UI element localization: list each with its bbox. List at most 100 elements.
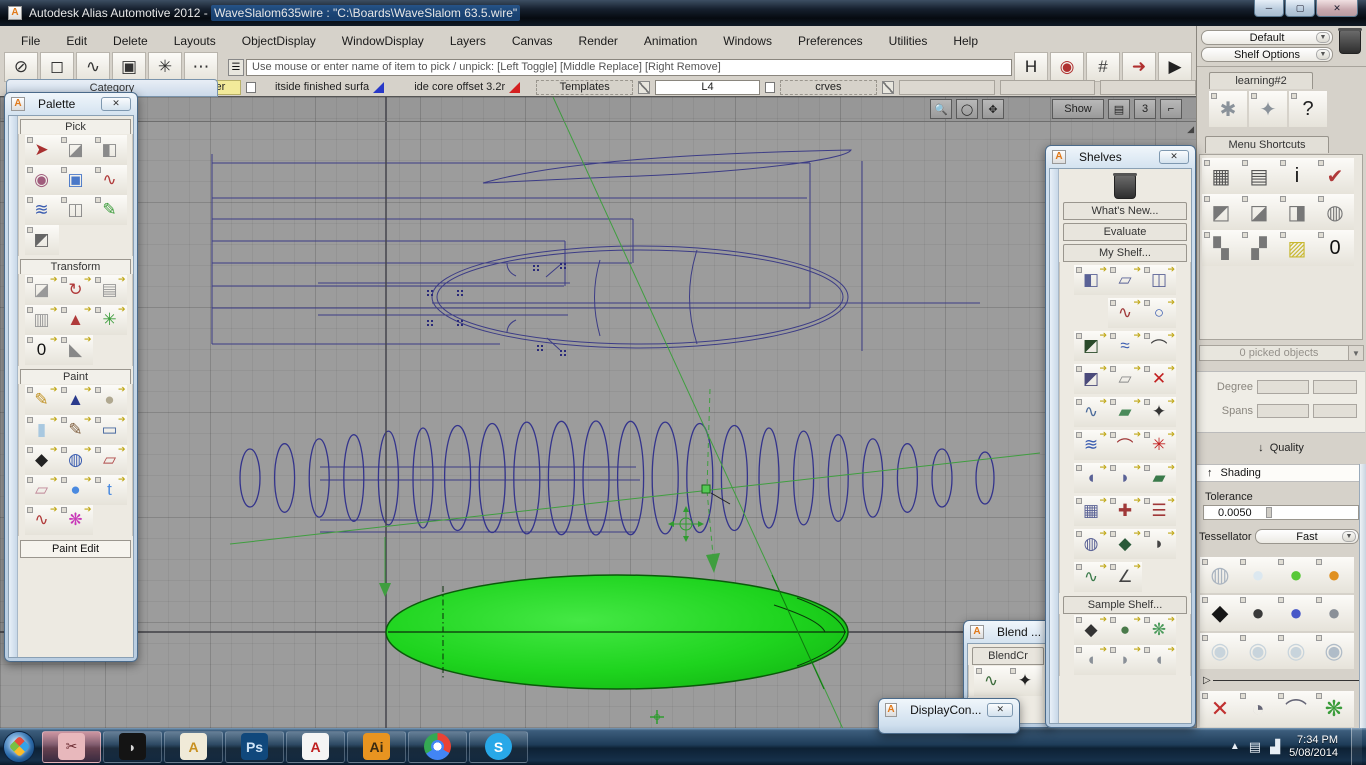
canvas-patch-tool-icon[interactable]: ▱ [25, 475, 59, 505]
curve-photo-icon[interactable]: ◩ [1074, 331, 1108, 361]
information-icon[interactable]: i [1278, 158, 1316, 194]
sculpt-app-taskbar-button[interactable]: ◗ [103, 731, 162, 763]
layer-slash-icon-2[interactable] [882, 81, 894, 94]
menu-item-layouts[interactable]: Layouts [161, 34, 229, 48]
tray-expand-icon[interactable]: ▲ [1230, 741, 1240, 752]
picked-objects-dropdown[interactable]: ▼ [1348, 345, 1364, 361]
angle-tool-icon[interactable]: ∠ [1108, 562, 1142, 592]
layer-core-offset[interactable]: ide core offset 3.2r [403, 80, 531, 95]
wireframe-thimble-icon[interactable]: ◍ [1200, 557, 1240, 593]
layer-l4[interactable]: L4 [655, 80, 759, 95]
surf-green-icon[interactable]: ▰ [1142, 463, 1176, 493]
marker-tool-icon[interactable]: ◆ [25, 445, 59, 475]
multicolor-thimble-icon[interactable]: ● [1276, 557, 1316, 593]
surf-round-icon[interactable]: ◗ [1108, 463, 1142, 493]
orange-thimble-icon[interactable]: ● [1314, 557, 1354, 593]
diag-surface-3-icon[interactable]: ◨ [1278, 194, 1316, 230]
pick-surface-tool-icon[interactable]: ◫ [59, 195, 93, 225]
layout-icon[interactable]: ▤ [1240, 158, 1278, 194]
shelf-set-combo[interactable]: Default▼ [1201, 30, 1333, 45]
counter-b-icon[interactable]: ▞ [1240, 230, 1278, 266]
close-button[interactable]: ✕ [1316, 0, 1358, 17]
blend-op-icon[interactable]: ✦ [1008, 666, 1042, 696]
menu-item-help[interactable]: Help [940, 34, 991, 48]
menu-item-preferences[interactable]: Preferences [785, 34, 876, 48]
dark-surf-icon[interactable]: ◆ [1108, 529, 1142, 559]
notes-icon[interactable]: ▨ [1278, 230, 1316, 266]
delete-history-icon[interactable]: ✕ [1200, 691, 1240, 727]
viewport-resize-icon[interactable]: ◢ [1187, 124, 1194, 135]
displaycon-titlebar[interactable]: A DisplayCon... ✕ [879, 699, 1019, 720]
illustrator-taskbar-button[interactable]: Ai [347, 731, 406, 763]
move-compass-icon[interactable] [672, 510, 700, 538]
fin-tool-icon[interactable]: ◗ [1142, 529, 1176, 559]
panel-scrollbar[interactable] [1359, 464, 1366, 728]
snipping-tool-taskbar-button[interactable]: ✂ [42, 731, 101, 763]
blue-thimble-icon[interactable]: ● [1276, 595, 1316, 631]
ruler-icon[interactable]: ▤ [1108, 99, 1130, 119]
autocad-taskbar-button[interactable]: A [286, 731, 345, 763]
skype-taskbar-button[interactable]: S [469, 731, 528, 763]
chrome-taskbar-button[interactable] [408, 731, 467, 763]
palette-titlebar[interactable]: A Palette ✕ [5, 93, 137, 114]
render-cam-icon[interactable]: ✦ [1142, 397, 1176, 427]
surface-cross-icon[interactable]: ◫ [1142, 265, 1176, 295]
mesh-tool-icon[interactable]: ▦ [1074, 496, 1108, 526]
tolerance-slider-handle[interactable] [1266, 507, 1272, 518]
paintbrush-tool-icon[interactable]: ✎ [59, 415, 93, 445]
zero-transform-tool-icon[interactable]: 0 [25, 335, 59, 365]
shelves-scrollbar[interactable] [1050, 169, 1059, 723]
displaycon-close-button[interactable]: ✕ [987, 703, 1013, 717]
shelf-options-combo[interactable]: Shelf Options▼ [1201, 47, 1333, 62]
learning-gear-icon[interactable]: ✱ [1209, 91, 1247, 127]
menu-item-file[interactable]: File [8, 34, 53, 48]
material-slider[interactable]: ▷ [1203, 674, 1361, 686]
pick-curve-tool-icon[interactable]: ∿ [93, 165, 127, 195]
layer-empty-slot-3[interactable] [1100, 80, 1196, 95]
confirm-check-icon[interactable]: ✔ [1316, 158, 1354, 194]
manipulator-handle[interactable] [702, 485, 710, 493]
sphere-group-icon[interactable]: ● [1108, 615, 1142, 645]
shelf-tab-whats-new[interactable]: What's New... [1063, 202, 1187, 220]
palette-section-paint-edit[interactable]: Paint Edit [20, 540, 131, 558]
pull-surface-1-icon[interactable]: ◖ [1074, 645, 1108, 675]
show-desktop-button[interactable] [1351, 728, 1362, 765]
diag-sphere-icon[interactable]: ◍ [1316, 194, 1354, 230]
menu-item-windowdisplay[interactable]: WindowDisplay [329, 34, 437, 48]
min-gauge-icon[interactable]: ◔ [1238, 691, 1278, 727]
degree-field-2[interactable] [1313, 380, 1357, 394]
degree-field-1[interactable] [1257, 380, 1309, 394]
crayon-tool-icon[interactable]: ▲ [59, 385, 93, 415]
tube-tool-icon[interactable]: ◍ [1074, 529, 1108, 559]
airbrush-tool-icon[interactable]: ▮ [25, 415, 59, 445]
palette-section-transform[interactable]: Transform [20, 259, 131, 274]
viewport-move-icon[interactable]: ✥ [982, 99, 1004, 119]
doodle-tool-icon[interactable]: ∿ [25, 505, 59, 535]
shading-header[interactable]: ↑ Shading [1197, 464, 1365, 482]
menu-item-layers[interactable]: Layers [437, 34, 499, 48]
diag-surface-1-icon[interactable]: ◩ [1202, 194, 1240, 230]
shelves-titlebar[interactable]: A Shelves ✕ [1046, 146, 1195, 167]
scale-tool-icon[interactable]: ▤ [93, 275, 127, 305]
pick-nothing-tool-icon[interactable]: ➤ [25, 135, 59, 165]
shelf-tab-my-shelf[interactable]: My Shelf... [1063, 244, 1187, 262]
snap-scale-tool-icon[interactable]: ✳ [93, 305, 127, 335]
cv-star-icon[interactable]: ✳ [1142, 430, 1176, 460]
white-thimble-icon[interactable]: ● [1238, 557, 1278, 593]
pick-curve-cv-tool-icon[interactable]: ≋ [25, 195, 59, 225]
color-wheel-tool-icon[interactable]: ❋ [59, 505, 93, 535]
show-button[interactable]: Show [1052, 99, 1104, 119]
sculpt-tool-icon[interactable]: ◣ [59, 335, 93, 365]
pick-box-tool-icon[interactable]: ▣ [59, 165, 93, 195]
menu-item-edit[interactable]: Edit [53, 34, 100, 48]
maximize-button[interactable]: ▢ [1285, 0, 1315, 17]
layer-crves[interactable]: crves [780, 80, 877, 95]
pull-surface-2-icon[interactable]: ◗ [1108, 645, 1142, 675]
prompt-line[interactable]: Use mouse or enter name of item to pick … [246, 59, 1012, 76]
pick-label-tool-icon[interactable]: ✎ [93, 195, 127, 225]
menu-item-objectdisplay[interactable]: ObjectDisplay [229, 34, 329, 48]
tray-clock[interactable]: 7:34 PM 5/08/2014 [1289, 734, 1342, 760]
paint-bucket-tool-icon[interactable]: ◍ [59, 445, 93, 475]
project-curve-icon[interactable]: ∿ [1074, 397, 1108, 427]
flip-surface-icon[interactable]: ▱ [1108, 364, 1142, 394]
